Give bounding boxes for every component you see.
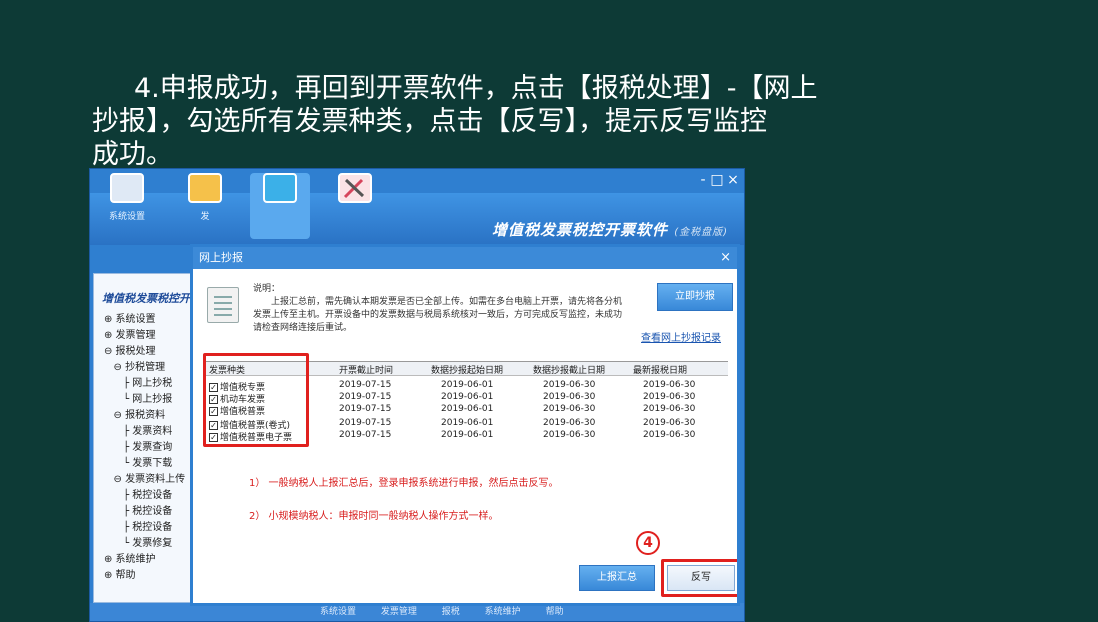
tax-report-icon [263,173,297,203]
tree-item[interactable]: ⊕ 系统维护 [104,552,192,568]
date-cell: 2019-07-15 [339,418,392,428]
dialog-instructions: 说明： 上报汇总前，需先确认本期发票是否已全部上传。如需在多台电脑上开票，请先将… [253,283,623,335]
status-item: 帮助 [545,607,564,617]
dialog-title: 网上抄报 [199,251,243,264]
folder-icon [188,173,222,203]
date-cell: 2019-06-30 [543,404,596,414]
tree-item[interactable]: ⊖ 报税资料 [104,408,192,424]
date-cell: 2019-06-30 [643,418,696,428]
date-cell: 2019-06-30 [643,430,696,440]
date-cell: 2019-06-01 [441,418,494,428]
toolbar-label: 发 [200,212,210,222]
toolbar-system-settings[interactable]: 系统设置 [100,173,154,239]
date-cell: 2019-07-15 [339,430,392,440]
date-cell: 2019-07-15 [339,404,392,414]
tree-item[interactable]: ├ 发票资料 [104,424,192,440]
nav-tree: 增值税发票税控开 ⊕ 系统设置 ⊕ 发票管理 ⊖ 报税处理 ⊖ 抄税管理 ├ 网上抄… [93,273,193,603]
tree-item[interactable]: ⊖ 发票资料上传 [104,472,192,488]
instruction-text: 4.申报成功，再回到开票软件，点击【报税处理】-【网上 抄报】，勾选所有发票种类… [92,72,852,171]
col-header: 开票截止时间 [339,366,394,376]
date-cell: 2019-06-01 [441,430,494,440]
tree-item[interactable]: └ 发票下载 [104,456,192,472]
instruction-line-2: 抄报】，勾选所有发票种类，点击【反写】，提示反写监控 [92,106,767,137]
instructions-body: 上报汇总前，需先确认本期发票是否已全部上传。如需在多台电脑上开票，请先将各分机发… [253,297,623,333]
date-cell: 2019-07-15 [339,380,392,390]
status-item: 报税 [441,607,460,617]
date-cell: 2019-06-30 [543,380,596,390]
highlight-invoice-types [203,353,309,447]
toolbar-maintenance[interactable] [328,173,382,239]
date-cell: 2019-06-30 [643,380,696,390]
date-cell: 2019-06-01 [441,392,494,402]
dialog-titlebar: 网上抄报 × [193,247,737,269]
writeback-button[interactable]: 反写 [667,565,735,591]
wrench-icon [343,178,365,199]
view-report-records-link[interactable]: 查看网上抄报记录 [641,329,721,344]
tree-item[interactable]: ├ 税控设备 [104,520,192,536]
note-general-taxpayer: 1） 一般纳税人上报汇总后，登录申报系统进行申报，然后点击反写。 [249,478,559,489]
dialog-body: 说明： 上报汇总前，需先确认本期发票是否已全部上传。如需在多台电脑上开票，请先将… [193,269,737,603]
tree-item[interactable]: ├ 发票查询 [104,440,192,456]
status-item: 发票管理 [380,607,417,617]
instructions-title: 说明： [253,284,281,294]
date-cell: 2019-06-30 [543,418,596,428]
tree-item[interactable]: ⊕ 系统设置 [104,312,192,328]
toolbar-label: 系统设置 [108,212,145,222]
tree-item[interactable]: ⊖ 报税处理 [104,344,192,360]
date-cell: 2019-06-30 [643,404,696,414]
instruction-line-1: 4.申报成功，再回到开票软件，点击【报税处理】-【网上 [134,73,818,104]
date-cell: 2019-06-30 [543,392,596,402]
note-small-taxpayer: 2） 小规模纳税人：申报时同一般纳税人操作方式一样。 [249,511,499,522]
date-cell: 2019-06-01 [441,380,494,390]
tree-item[interactable]: ├ 税控设备 [104,488,192,504]
tree-item[interactable]: ⊕ 帮助 [104,568,192,584]
settings-grid-icon [110,173,144,203]
col-header: 数据抄报截止日期 [533,366,606,376]
tree-item[interactable]: ⊖ 抄税管理 [104,360,192,376]
col-header: 数据抄报起始日期 [431,366,504,376]
col-header: 最新报税日期 [633,366,688,376]
status-item: 系统设置 [320,607,357,617]
date-cell: 2019-06-01 [441,404,494,414]
upload-summary-button[interactable]: 上报汇总 [579,565,655,591]
tools-icon [338,173,372,203]
tree-item[interactable]: ├ 网上抄税 [104,376,192,392]
date-cell: 2019-06-30 [643,392,696,402]
tree-item[interactable]: └ 网上抄报 [104,392,192,408]
toolbar-invoice-manage[interactable]: 发 [178,173,232,239]
toolbar-tax-processing[interactable] [250,173,310,239]
online-report-dialog: 网上抄报 × 说明： 上报汇总前，需先确认本期发票是否已全部上传。如需在多台电脑… [190,244,740,606]
app-brand: 增值税发票税控开票软件 (金税盘版) [491,221,728,239]
tree-item[interactable]: ⊕ 发票管理 [104,328,192,344]
report-now-button[interactable]: 立即抄报 [657,283,733,311]
date-cell: 2019-07-15 [339,392,392,402]
dialog-close-button[interactable]: × [720,247,731,269]
nav-tree-title: 增值税发票税控开 [102,292,190,305]
instruction-line-3: 成功。 [92,139,173,170]
status-item: 系统维护 [484,607,521,617]
close-button[interactable]: × [724,172,742,188]
tree-item[interactable]: └ 发票修复 [104,536,192,552]
step-number-badge: 4 [636,531,660,555]
notepad-icon [207,287,239,323]
tree-item[interactable]: ├ 税控设备 [104,504,192,520]
date-cell: 2019-06-30 [543,430,596,440]
